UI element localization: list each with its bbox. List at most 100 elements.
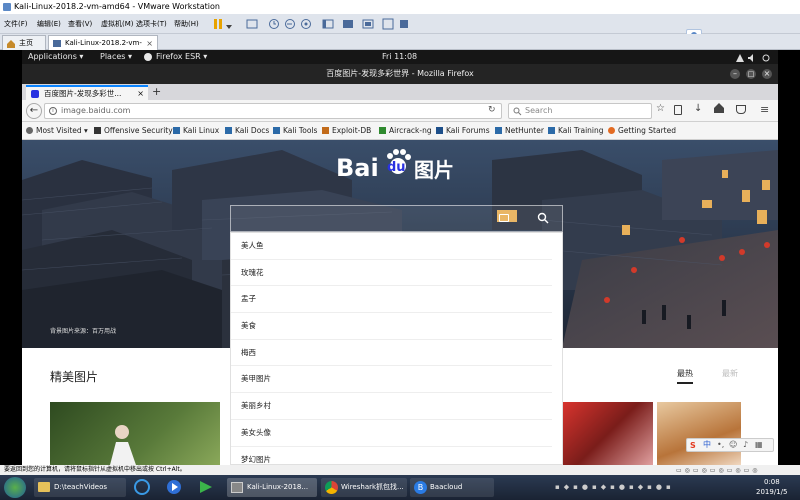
gallery-image[interactable] [563, 402, 653, 465]
pause-icon[interactable] [212, 18, 224, 30]
bookmarks-toolbar: Most Visited ▾ Offensive Security Kali L… [22, 122, 778, 140]
ie-icon[interactable] [134, 479, 150, 495]
tray-icons[interactable]: ▪◆▪●▪◆▪●▪◆▪●▪ [555, 483, 725, 493]
taskbar-vmware[interactable]: Kali-Linux-2018... [227, 478, 317, 497]
close-icon[interactable]: × [137, 87, 144, 100]
back-icon[interactable]: ← [26, 103, 42, 119]
snapshot-manager-icon[interactable] [300, 18, 312, 30]
vmware-menu-tabs[interactable]: 选项卡(T) [136, 14, 167, 34]
minimize-icon[interactable]: – [730, 69, 740, 79]
url-text: image.baidu.com [61, 106, 131, 115]
bookmark-most-visited[interactable]: Most Visited ▾ [26, 122, 88, 140]
volume-icon[interactable] [748, 53, 756, 62]
tab-kali-vm[interactable]: Kali-Linux-2018.2-vm-am... × [48, 35, 158, 61]
clock-time[interactable]: 0:08 [764, 478, 780, 486]
revert-snapshot-icon[interactable] [284, 18, 296, 30]
sidebar-toggle-icon[interactable] [322, 18, 334, 30]
media-player-icon[interactable] [166, 479, 182, 495]
search-icon[interactable] [537, 212, 549, 224]
suggestion-item[interactable]: 玫瑰花 [231, 260, 552, 287]
bookmark-nethunter[interactable]: NetHunter [495, 122, 544, 140]
bookmark-getting-started[interactable]: Getting Started [608, 122, 676, 140]
close-icon[interactable]: × [146, 37, 153, 51]
taskbar-chrome[interactable]: Wireshark抓包找... [321, 478, 407, 497]
home-icon[interactable] [714, 103, 724, 113]
folder-icon [38, 482, 50, 492]
bookmark-kali-training[interactable]: Kali Training [548, 122, 604, 140]
thumbnail-icon[interactable] [342, 18, 354, 30]
chevron-down-icon[interactable] [226, 22, 232, 29]
vmware-menu-help[interactable]: 帮助(H) [174, 14, 199, 34]
send-ctrl-alt-del-icon[interactable] [246, 18, 258, 30]
camera-icon[interactable] [499, 214, 509, 222]
tab-home[interactable]: 主页 [2, 35, 46, 50]
baidu-logo[interactable]: Bai du 图片 [336, 146, 466, 190]
power-icon[interactable] [762, 53, 770, 62]
device-icons[interactable]: ▭◎▭◎▭◎▭◎▭◎ [676, 466, 796, 474]
vmware-menu-file[interactable]: 文件(F) [4, 14, 28, 34]
vmware-status-bar: 要返回到您的计算机，请将鼠标指针从虚拟机中移出或按 Ctrl+Alt。 ▭◎▭◎… [0, 465, 800, 475]
pocket-icon[interactable] [736, 105, 746, 114]
maximize-icon[interactable]: □ [746, 69, 756, 79]
panel-clock[interactable]: Fri 11:08 [382, 50, 417, 64]
player-icon[interactable] [198, 479, 214, 495]
network-icon[interactable] [736, 53, 744, 62]
bookmark-kali-tools[interactable]: Kali Tools [273, 122, 317, 140]
suggestion-item[interactable]: 美丽乡村 [231, 393, 552, 420]
suggestion-item[interactable]: 美甲图片 [231, 366, 552, 394]
firefox-app-menu[interactable]: Firefox ESR ▾ [156, 50, 207, 64]
url-bar[interactable]: i image.baidu.com [44, 103, 502, 119]
gallery-image[interactable] [50, 402, 220, 465]
kali-top-panel: Applications ▾ Places ▾ Firefox ESR ▾ Fr… [22, 50, 778, 64]
bookmark-exploit-db[interactable]: Exploit-DB [322, 122, 371, 140]
bookmark-aircrack-ng[interactable]: Aircrack-ng [379, 122, 432, 140]
browser-tab[interactable]: 百度图片-发现多彩世... × [26, 85, 148, 100]
search-icon [513, 107, 522, 116]
fullscreen-icon[interactable] [382, 18, 394, 30]
ime-toolbar[interactable]: S 中 •, ☺ ♪ ▦ [686, 438, 774, 452]
search-box[interactable]: Search [508, 103, 652, 119]
section-title: 精美图片 [50, 370, 99, 384]
browser-tab-label: 百度图片-发现多彩世... [44, 89, 122, 98]
suggestion-item[interactable]: 梅西 [231, 340, 552, 367]
hero-caption: 背景图片来源：百万用战 [50, 328, 117, 335]
places-menu[interactable]: Places ▾ [100, 50, 132, 64]
ime-punct-icon: •, [717, 440, 725, 449]
bookmark-offensive-security[interactable]: Offensive Security [94, 122, 173, 140]
vmware-menu-view[interactable]: 查看(V) [68, 14, 92, 34]
info-icon[interactable]: i [49, 107, 57, 115]
download-icon[interactable]: ↓ [694, 103, 702, 114]
bookmark-kali-linux[interactable]: Kali Linux [173, 122, 219, 140]
bookmark-kali-forums[interactable]: Kali Forums [436, 122, 490, 140]
taskbar-baacloud[interactable]: B Baacloud [410, 478, 494, 497]
firefox-window-title: 百度图片-发现多彩世界 - Mozilla Firefox [326, 69, 474, 78]
console-view-icon[interactable] [362, 18, 374, 30]
menu-icon[interactable]: ≡ [760, 103, 769, 116]
vmware-menu-edit[interactable]: 编辑(E) [37, 14, 61, 34]
applications-menu[interactable]: Applications ▾ [28, 50, 83, 64]
suggestion-item[interactable]: 梦幻图片 [231, 447, 552, 465]
suggestion-item[interactable]: 美食 [231, 313, 552, 340]
vmware-menu-vm[interactable]: 虚拟机(M) [101, 14, 134, 34]
suggestion-item[interactable]: 盂子 [231, 286, 552, 314]
start-button[interactable] [4, 477, 26, 498]
vm-right-margin [778, 50, 800, 465]
taskbar-explorer[interactable]: D:\teachVideos [34, 478, 126, 497]
reload-icon[interactable]: ↻ [488, 105, 496, 115]
gallery-image[interactable] [657, 402, 741, 465]
logo-du: du [387, 160, 406, 175]
suggestion-item[interactable]: 美人鱼 [231, 233, 552, 260]
snapshot-icon[interactable] [268, 18, 280, 30]
suggestion-item[interactable]: 美女头像 [231, 420, 552, 447]
unity-icon[interactable] [398, 18, 410, 30]
tab-new[interactable]: 最新 [722, 368, 738, 379]
tab-hot[interactable]: 最热 [677, 368, 693, 384]
close-icon[interactable]: × [762, 69, 772, 79]
clipboard-icon[interactable] [674, 105, 682, 115]
bookmark-star-icon[interactable]: ☆ [656, 103, 665, 114]
bookmark-kali-docs[interactable]: Kali Docs [225, 122, 269, 140]
clock-date[interactable]: 2019/1/5 [756, 488, 787, 496]
new-tab-icon[interactable]: + [152, 85, 161, 98]
search-placeholder: Search [525, 106, 553, 115]
image-search-input[interactable] [230, 205, 563, 232]
